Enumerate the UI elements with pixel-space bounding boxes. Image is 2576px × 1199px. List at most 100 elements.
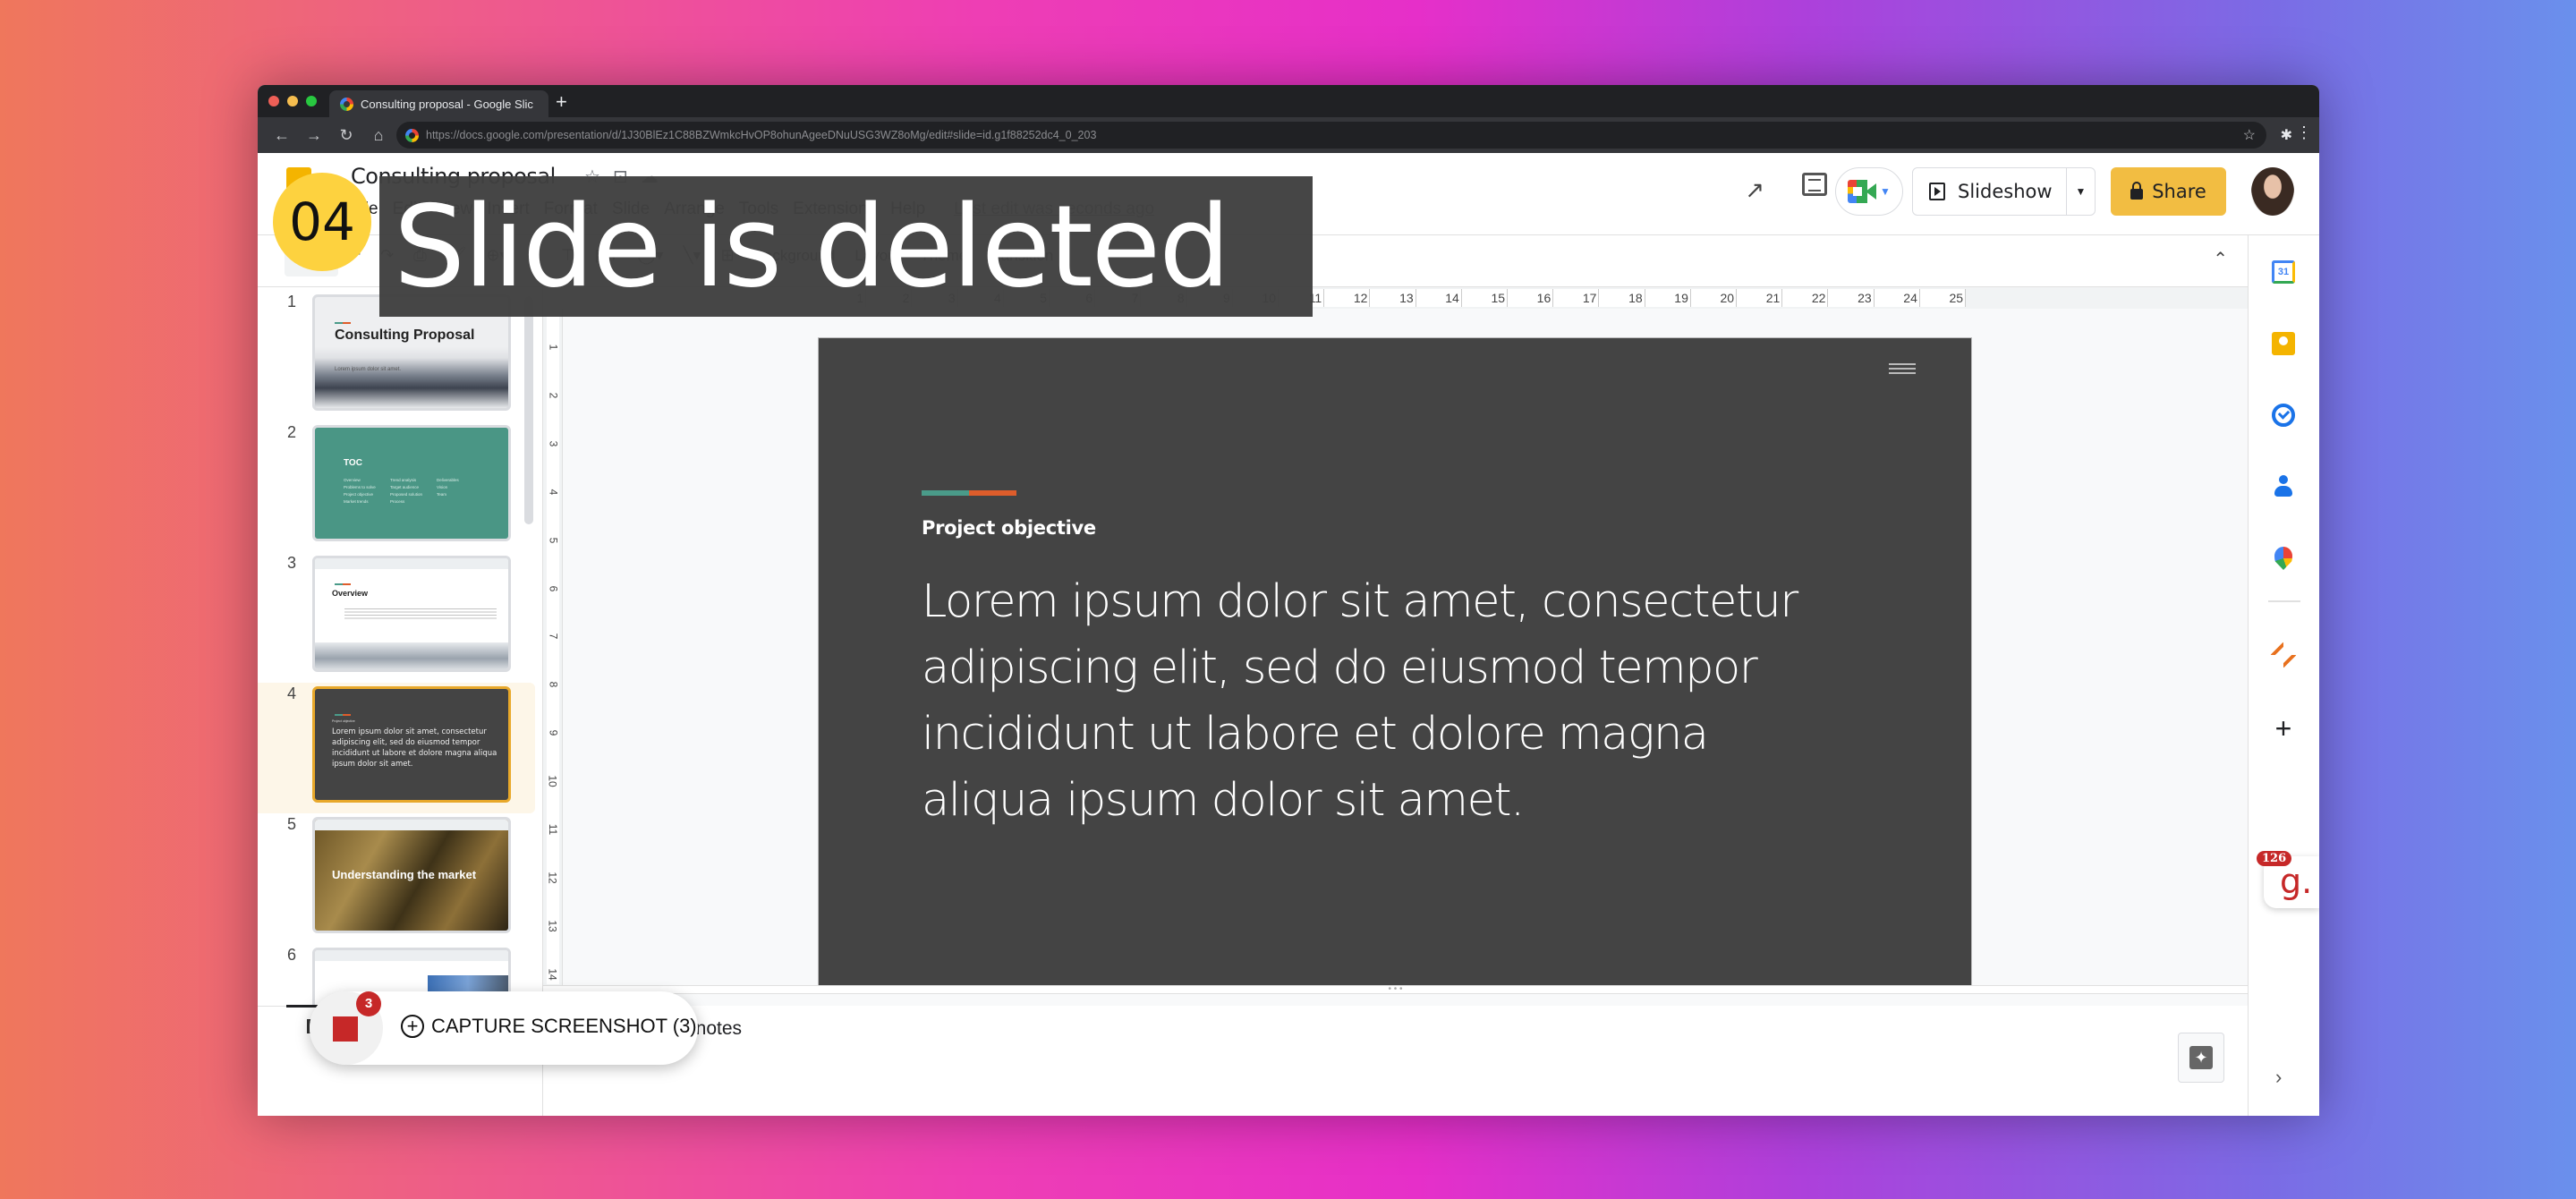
toc-item: Trend analysis [390, 478, 417, 482]
capture-label: CAPTURE SCREENSHOT (3) [431, 1015, 697, 1037]
activity-trend-icon[interactable]: ↗ [1745, 176, 1764, 204]
ruler-tick: 15 [1462, 289, 1509, 307]
minimize-window-button[interactable] [287, 96, 298, 106]
keep-icon[interactable] [2272, 332, 2295, 355]
slideshow-dropdown-icon[interactable]: ▼ [2067, 185, 2095, 198]
ruler-tick: 12 [547, 839, 559, 888]
ruler-tick: 2 [547, 357, 559, 405]
ruler-tick-label: 6 [547, 585, 559, 591]
new-tab-button[interactable]: + [556, 90, 567, 114]
get-addons-plus-icon[interactable]: + [2272, 714, 2295, 743]
back-icon[interactable]: ← [274, 126, 290, 145]
ruler-tick-label: 10 [546, 775, 559, 787]
slideshow-button[interactable]: Slideshow [1913, 168, 2067, 215]
calendar-icon[interactable]: 31 [2272, 260, 2295, 284]
window-controls [268, 96, 317, 106]
toc-item: Project objective [344, 492, 374, 497]
slide-thumbnail[interactable]: Overview [312, 556, 511, 672]
capture-screenshot-widget[interactable]: 3 + CAPTURE SCREENSHOT (3) [310, 991, 698, 1065]
ruler-tick-label: 13 [546, 920, 559, 932]
ruler-tick: 9 [547, 694, 559, 743]
slide-thumbnail[interactable]: Understanding the market [312, 817, 511, 933]
stop-recording-button[interactable]: 3 [310, 991, 383, 1065]
meet-dropdown-icon: ▼ [1880, 185, 1891, 198]
collapse-menus-icon[interactable]: ⌃ [2213, 248, 2228, 270]
comments-icon[interactable] [1802, 173, 1827, 196]
toc-items: Overview Trend analysis Deliverables Pro… [344, 478, 483, 504]
ruler-tick: 17 [1553, 289, 1600, 307]
ruler-tick: 14 [547, 936, 559, 984]
step-number-badge: 04 [273, 173, 371, 271]
capture-count-badge: 3 [356, 991, 381, 1016]
home-icon[interactable]: ⌂ [370, 126, 387, 145]
plus-circle-icon: + [401, 1015, 424, 1038]
user-avatar[interactable] [2251, 167, 2294, 216]
tab-strip: Consulting proposal - Google Slic + [258, 85, 2319, 117]
slide-subtitle[interactable]: Project objective [922, 517, 1096, 539]
slide-body-text[interactable]: Lorem ipsum dolor sit amet, consectetur … [922, 569, 1816, 834]
notes-resize-handle[interactable]: • • • [543, 985, 2248, 994]
ruler-tick-label: 8 [547, 682, 559, 688]
slide-editor: 1234567891011121314151617181920212223242… [542, 287, 2248, 1006]
panel-divider [2268, 600, 2300, 602]
filmstrip-item-selected[interactable]: 4 Project objective Lorem ipsum dolor si… [258, 683, 535, 813]
stop-icon [333, 1016, 358, 1042]
filmstrip-item[interactable]: 5 Understanding the market [258, 813, 535, 944]
ruler-tick: 6 [547, 550, 559, 599]
grammarly-widget[interactable]: 126 g. [2257, 851, 2319, 908]
ruler-tick: 3 [547, 405, 559, 454]
filmstrip: 1 Consulting Proposal Lorem ipsum dolor … [258, 287, 542, 1006]
contacts-icon[interactable] [2272, 475, 2295, 498]
thumbnail-header [315, 820, 508, 830]
ruler-tick: 11 [547, 791, 559, 839]
ruler-tick: 20 [1691, 289, 1738, 307]
reload-icon[interactable]: ↻ [338, 126, 354, 145]
speaker-notes[interactable]: aker notes ✦ [542, 1006, 2248, 1116]
filmstrip-item[interactable]: 3 Overview [258, 552, 535, 683]
grammarly-icon: g. [2280, 862, 2313, 901]
hamburger-menu-icon [1889, 363, 1916, 374]
browser-menu-icon[interactable]: ⋮ [2296, 124, 2312, 140]
browser-tab[interactable]: Consulting proposal - Google Slic [329, 90, 548, 117]
thumbnail-body: Lorem ipsum dolor sit amet, consectetur … [332, 727, 497, 769]
ruler-tick: 8 [547, 646, 559, 694]
filmstrip-item[interactable]: 2 TOC Overview Trend analysis Deliverabl… [258, 421, 535, 552]
url-input[interactable]: https://docs.google.com/presentation/d/1… [396, 122, 2266, 149]
step-caption: Slide is deleted [379, 176, 1313, 317]
maximize-window-button[interactable] [306, 96, 317, 106]
ruler-scale: 1 2 3 4 5 6 7 8 9 10 11 12 13 14 [547, 309, 559, 984]
meet-button[interactable]: ▼ [1835, 167, 1903, 216]
vertical-ruler: 1 2 3 4 5 6 7 8 9 10 11 12 13 14 [543, 309, 563, 1006]
toc-item: Team [437, 492, 447, 497]
slide-thumbnail[interactable]: TOC Overview Trend analysis Deliverables… [312, 425, 511, 541]
thumbnail-title: Overview [332, 589, 369, 598]
forward-icon[interactable]: → [306, 126, 322, 145]
tasks-icon[interactable] [2272, 404, 2295, 427]
toc-item: Vision [437, 485, 448, 489]
slide-thumbnail[interactable]: Project objective Lorem ipsum dolor sit … [312, 686, 511, 803]
close-window-button[interactable] [268, 96, 279, 106]
ruler-tick: 14 [1416, 289, 1462, 307]
gemini-button[interactable]: ✦ [2178, 1033, 2224, 1083]
share-button[interactable]: Share [2111, 167, 2226, 216]
maps-icon[interactable] [2274, 547, 2292, 570]
thumbnail-title: Consulting Proposal [335, 327, 475, 343]
addon-icon[interactable] [2270, 642, 2297, 668]
expand-panel-icon[interactable]: › [2275, 1066, 2282, 1089]
share-label: Share [2152, 181, 2206, 202]
extensions-icon[interactable]: ✱ [2281, 126, 2292, 144]
toc-item: Market trends [344, 499, 369, 504]
thumbnail-title: TOC [344, 458, 362, 468]
accent-bar [335, 322, 351, 324]
accent-bar [335, 583, 351, 585]
slideshow-button-group: Slideshow ▼ [1912, 167, 2096, 216]
address-bar: ← → ↻ ⌂ https://docs.google.com/presenta… [258, 117, 2319, 153]
capture-screenshot-button[interactable]: + CAPTURE SCREENSHOT (3) [401, 1015, 697, 1038]
ruler-tick-label: 14 [546, 968, 559, 981]
slide-number: 4 [287, 685, 297, 702]
slide-canvas[interactable]: Project objective Lorem ipsum dolor sit … [818, 337, 1972, 986]
bookmark-star-icon[interactable]: ☆ [2243, 126, 2256, 144]
google-favicon-icon [340, 97, 353, 111]
ruler-tick: 13 [1370, 289, 1416, 307]
thumbnail-title: Understanding the market [332, 868, 477, 881]
